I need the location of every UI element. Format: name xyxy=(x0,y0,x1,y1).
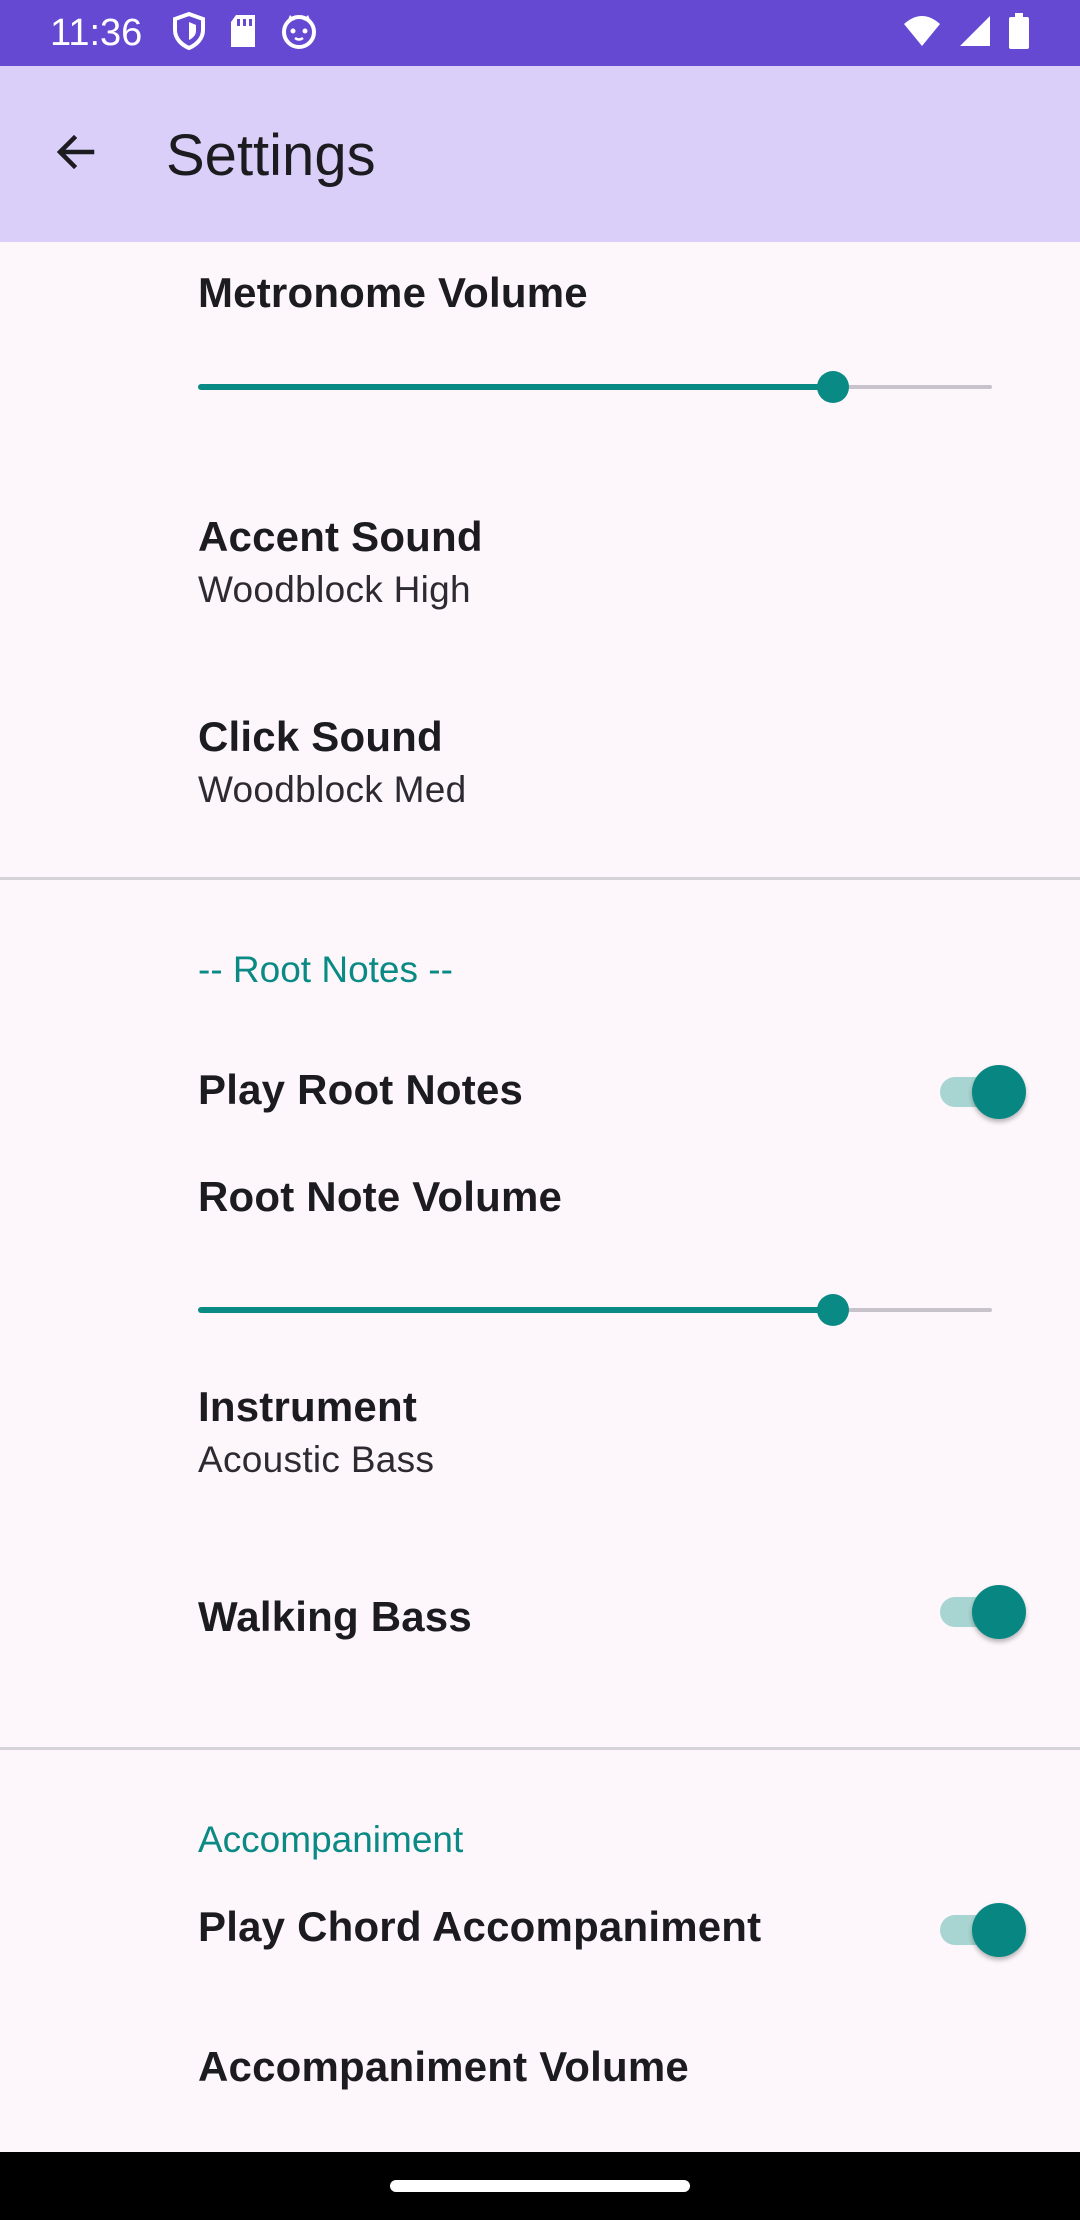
shield-icon xyxy=(172,11,206,55)
root-note-volume-slider[interactable] xyxy=(198,1290,992,1330)
category-root-notes: -- Root Notes -- xyxy=(198,949,453,990)
pref-title: Play Root Notes xyxy=(198,1066,524,1113)
metronome-volume-slider[interactable] xyxy=(198,367,992,407)
pref-title: Instrument xyxy=(198,1383,418,1430)
status-bar: 11:36 xyxy=(0,0,1080,66)
home-gesture-handle[interactable] xyxy=(390,2180,690,2192)
app-bar: Settings xyxy=(0,66,1080,242)
switch-thumb xyxy=(972,1903,1026,1957)
pref-title: Metronome Volume xyxy=(198,269,588,316)
pref-title: Walking Bass xyxy=(198,1593,472,1640)
settings-list[interactable]: Metronome Volume Accent Sound Woodblock … xyxy=(0,242,1080,2152)
status-icons-left xyxy=(172,11,318,55)
switch-thumb xyxy=(972,1065,1026,1119)
pref-summary: Acoustic Bass xyxy=(198,1439,435,1480)
back-button[interactable] xyxy=(34,112,118,196)
wifi-icon xyxy=(902,14,942,53)
play-chord-accompaniment-pref[interactable]: Play Chord Accompaniment xyxy=(0,1852,1080,1962)
battery-icon xyxy=(1008,12,1030,54)
status-icons-right xyxy=(902,12,1030,54)
slider-fill xyxy=(198,1307,834,1313)
pref-title: Root Note Volume xyxy=(198,1173,563,1220)
pref-title: Play Chord Accompaniment xyxy=(198,1903,762,1950)
slider-thumb[interactable] xyxy=(817,1294,850,1326)
cell-signal-icon xyxy=(958,14,992,53)
pref-title: Accent Sound xyxy=(198,513,483,560)
metronome-volume-pref: Metronome Volume xyxy=(0,242,1080,457)
pref-summary: Woodblock High xyxy=(198,569,471,610)
page-title: Settings xyxy=(166,123,376,188)
pref-title: Accompaniment Volume xyxy=(198,2043,689,2090)
play-chord-accompaniment-switch[interactable] xyxy=(936,1900,1028,1960)
pref-title: Click Sound xyxy=(198,713,443,760)
section-divider xyxy=(0,1747,1080,1750)
play-root-notes-pref[interactable]: Play Root Notes xyxy=(0,1042,1080,1142)
pref-summary: Woodblock Med xyxy=(198,769,467,810)
arrow-back-icon xyxy=(52,128,100,181)
switch-thumb xyxy=(972,1585,1026,1639)
slider-fill xyxy=(198,384,834,390)
accent-sound-pref[interactable]: Accent Sound Woodblock High xyxy=(0,512,1080,662)
sd-card-icon xyxy=(228,13,258,54)
cat-face-icon xyxy=(280,12,318,55)
play-root-notes-switch[interactable] xyxy=(936,1062,1028,1122)
walking-bass-switch[interactable] xyxy=(936,1582,1028,1642)
status-time: 11:36 xyxy=(50,12,143,54)
click-sound-pref[interactable]: Click Sound Woodblock Med xyxy=(0,712,1080,862)
slider-thumb[interactable] xyxy=(817,371,850,403)
accompaniment-volume-pref: Accompaniment Volume xyxy=(0,2042,1080,2152)
root-note-volume-pref: Root Note Volume xyxy=(0,1172,1080,1342)
instrument-pref[interactable]: Instrument Acoustic Bass xyxy=(0,1382,1080,1532)
navigation-bar xyxy=(0,2152,1080,2220)
walking-bass-pref[interactable]: Walking Bass xyxy=(0,1562,1080,1672)
section-divider xyxy=(0,877,1080,880)
